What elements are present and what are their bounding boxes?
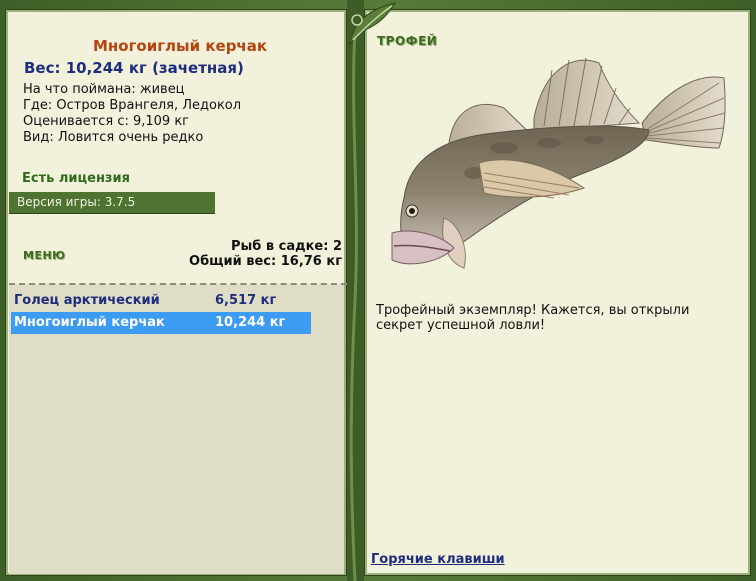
catch-row-sculpin[interactable]: Многоиглый керчак 10,244 кг (11, 312, 311, 334)
location-info: Где: Остров Врангеля, Ледокол (23, 98, 242, 113)
catch-name: Голец арктический (14, 293, 160, 308)
menu-button[interactable]: МЕНЮ (23, 249, 66, 262)
catch-row-arctic-char[interactable]: Голец арктический 6,517 кг (11, 290, 311, 312)
hotkeys-link[interactable]: Горячие клавиши (371, 552, 505, 567)
license-status: Есть лицензия (22, 171, 130, 186)
trophy-heading: ТРОФЕЙ (377, 34, 438, 48)
trophy-message: Трофейный экземпляр! Кажется, вы открыли… (376, 303, 690, 333)
game-version: Версия игры: 3.7.5 (17, 195, 136, 209)
catch-weight: 10,244 кг (215, 315, 286, 330)
fish-weight: Вес: 10,244 кг (зачетная) (24, 59, 244, 77)
section-divider (9, 283, 347, 285)
sculpin-fish-illustration-icon (391, 57, 726, 269)
vine-divider (347, 0, 364, 581)
fish-name-title: Многоиглый керчак (92, 37, 268, 55)
keepnet-total-weight: Общий вес: 16,76 кг (189, 254, 342, 269)
rarity-info: Вид: Ловится очень редко (23, 130, 204, 145)
catch-name: Многоиглый керчак (14, 315, 165, 330)
catch-weight: 6,517 кг (215, 293, 277, 308)
keepnet-fish-count: Рыб в садке: 2 (230, 239, 342, 254)
bait-info: На что поймана: живец (23, 82, 185, 97)
trophy-threshold-info: Оценивается с: 9,109 кг (23, 114, 190, 129)
